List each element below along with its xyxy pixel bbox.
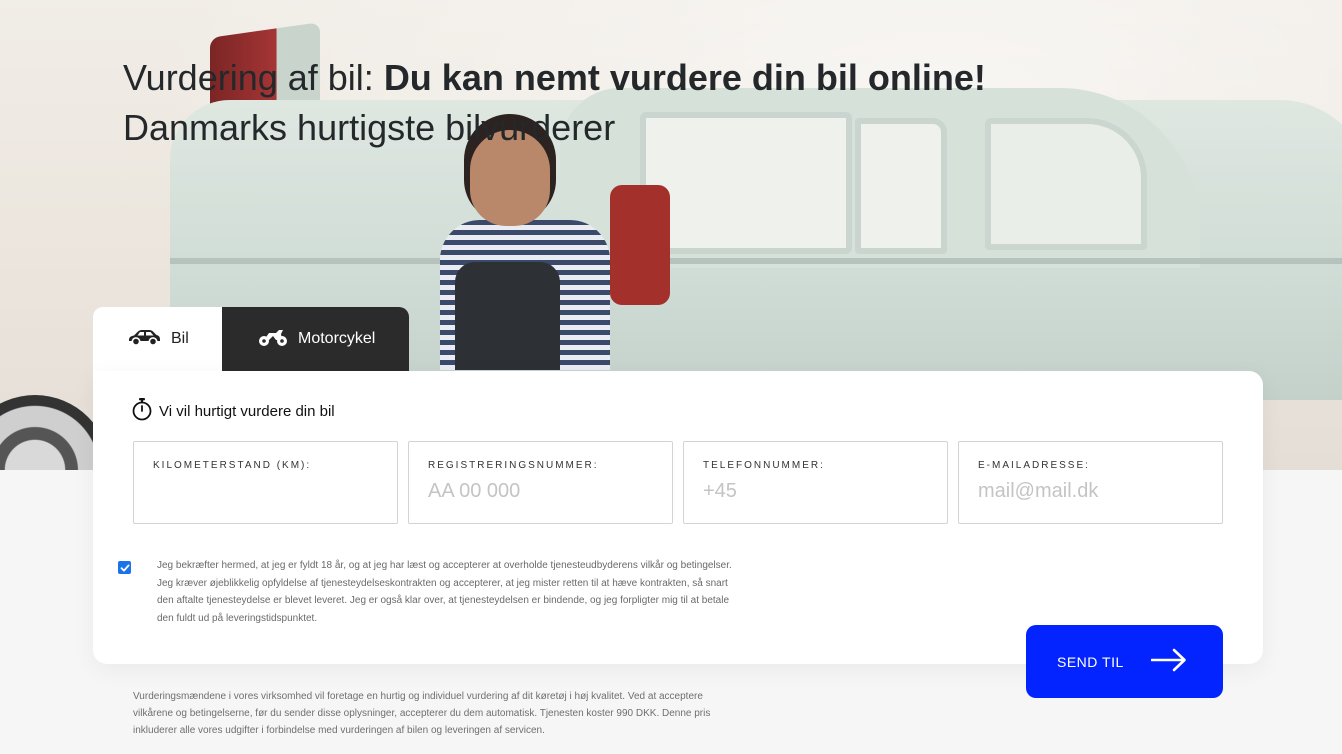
phone-label: TELEFONNUMMER: — [703, 460, 825, 471]
email-field[interactable]: E-MAILADRESSE: — [958, 441, 1223, 524]
mileage-field[interactable]: KILOMETERSTAND (KM): — [133, 441, 398, 524]
mileage-input[interactable] — [153, 478, 378, 504]
valuation-form-card: Vi vil hurtigt vurdere din bil KILOMETER… — [93, 371, 1263, 664]
tab-label: Bil — [171, 330, 189, 347]
car-icon — [127, 328, 171, 351]
registration-field[interactable]: REGISTRERINGSNUMMER: — [408, 441, 673, 524]
page-title-prefix: Vurdering af bil: — [123, 57, 384, 98]
car-window — [640, 112, 852, 254]
car-seat — [610, 185, 670, 305]
car-window — [855, 118, 947, 254]
page-title: Vurdering af bil: Du kan nemt vurdere di… — [123, 56, 986, 100]
phone-input[interactable] — [703, 478, 928, 504]
mileage-label: KILOMETERSTAND (KM): — [153, 460, 312, 471]
consent-text: Jeg bekræfter hermed, at jeg er fyldt 18… — [157, 560, 732, 624]
tab-bil[interactable]: Bil — [93, 307, 222, 371]
send-button-label: SEND TIL — [1057, 653, 1124, 670]
tab-label: Motorcykel — [298, 330, 376, 347]
pricing-disclaimer: Vurderingsmændene i vores virksomhed vil… — [133, 691, 711, 736]
tab-motorcykel[interactable]: Motorcykel — [222, 307, 409, 371]
page-title-bold: Du kan nemt vurdere din bil online! — [383, 57, 986, 98]
consent-checkbox[interactable] — [118, 561, 131, 574]
arrow-right-icon — [1150, 648, 1187, 675]
stopwatch-icon — [131, 397, 159, 425]
motorcycle-icon — [258, 327, 298, 352]
email-input[interactable] — [978, 478, 1203, 504]
registration-input[interactable] — [428, 478, 653, 504]
car-window — [985, 118, 1147, 250]
form-heading: Vi vil hurtigt vurdere din bil — [131, 397, 335, 425]
send-button[interactable]: SEND TIL — [1026, 625, 1223, 698]
phone-field[interactable]: TELEFONNUMMER: — [683, 441, 948, 524]
person-overall — [455, 262, 560, 370]
checkmark-icon — [120, 564, 129, 571]
car-trim — [170, 258, 1342, 264]
registration-label: REGISTRERINGSNUMMER: — [428, 460, 599, 471]
form-heading-text: Vi vil hurtigt vurdere din bil — [159, 402, 335, 420]
email-label: E-MAILADRESSE: — [978, 460, 1090, 471]
page-subtitle: Danmarks hurtigste bilvurderer — [123, 107, 616, 148]
